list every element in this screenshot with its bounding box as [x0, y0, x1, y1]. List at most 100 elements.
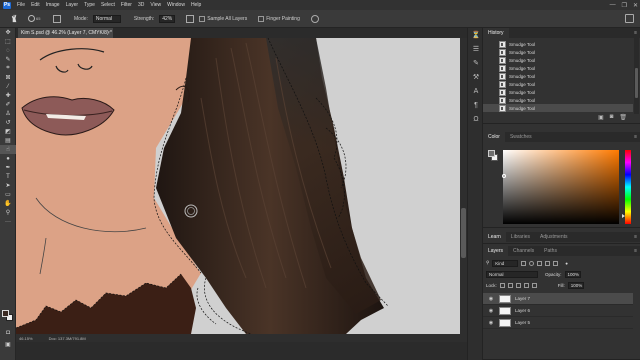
- lock-image-pixels-icon[interactable]: [507, 282, 513, 288]
- scrollbar-thumb[interactable]: [635, 68, 638, 98]
- strength-input[interactable]: 42%: [159, 14, 176, 23]
- lock-position-icon[interactable]: [515, 282, 521, 288]
- layer-row[interactable]: ◉ Layer 5: [483, 317, 633, 329]
- restore-button[interactable]: ❐: [622, 2, 627, 9]
- pixel-filter-icon[interactable]: [521, 260, 527, 266]
- visibility-eye-icon[interactable]: ◉: [486, 308, 496, 314]
- brush-settings-icon[interactable]: [53, 14, 61, 23]
- close-document-icon[interactable]: ×: [107, 28, 110, 38]
- lock-transparent-pixels-icon[interactable]: [499, 282, 505, 288]
- snapshot-camera-icon[interactable]: ◙: [610, 114, 614, 121]
- smudge-tool-icon[interactable]: ☝: [0, 145, 16, 154]
- adjustment-filter-icon[interactable]: [529, 260, 535, 266]
- menu-type[interactable]: Type: [81, 0, 98, 10]
- history-item[interactable]: Smudge Tool: [483, 40, 633, 48]
- history-item[interactable]: Smudge Tool: [483, 64, 633, 72]
- scrollbar-thumb[interactable]: [461, 208, 466, 258]
- opacity-input[interactable]: 100%: [564, 270, 581, 278]
- screen-mode-icon[interactable]: ▣: [0, 340, 16, 349]
- layer-row-selected[interactable]: ◉ Layer 7: [483, 293, 633, 305]
- smart-object-filter-icon[interactable]: [553, 260, 559, 266]
- tab-channels[interactable]: Channels: [508, 246, 539, 256]
- properties-panel-icon[interactable]: ☰: [468, 42, 484, 56]
- character-panel-icon[interactable]: A: [468, 84, 484, 98]
- dodge-tool-icon[interactable]: ●: [0, 154, 16, 163]
- minimize-button[interactable]: —: [610, 2, 616, 8]
- tab-layers[interactable]: Layers: [483, 246, 509, 256]
- more-tools-icon[interactable]: ···: [0, 217, 16, 226]
- type-tool-icon[interactable]: T: [0, 172, 16, 181]
- tab-color[interactable]: Color: [483, 132, 505, 142]
- paragraph-panel-icon[interactable]: ¶: [468, 98, 484, 112]
- frame-tool-icon[interactable]: ⊠: [0, 73, 16, 82]
- menu-edit[interactable]: Edit: [28, 0, 43, 10]
- menu-layer[interactable]: Layer: [63, 0, 82, 10]
- tab-learn[interactable]: Learn: [483, 232, 506, 242]
- smudge-tool-preset-picker[interactable]: [5, 13, 23, 25]
- zoom-tool-icon[interactable]: ⚲: [0, 208, 16, 217]
- panel-menu-icon[interactable]: ≡: [634, 30, 637, 36]
- document-tab[interactable]: Kim S.psd @ 46.2% (Layer 7, CMYK/8) * ×: [18, 28, 113, 38]
- foreground-background-swatches[interactable]: [2, 310, 14, 322]
- blend-mode-select[interactable]: Normal: [486, 270, 538, 278]
- tab-history[interactable]: History: [483, 28, 509, 38]
- menu-file[interactable]: File: [14, 0, 28, 10]
- history-brush-tool-icon[interactable]: ↺: [0, 118, 16, 127]
- menu-help[interactable]: Help: [188, 0, 204, 10]
- menu-3d[interactable]: 3D: [135, 0, 147, 10]
- tab-swatches[interactable]: Swatches: [505, 132, 537, 142]
- quick-select-tool-icon[interactable]: ✎: [0, 55, 16, 64]
- menu-image[interactable]: Image: [43, 0, 63, 10]
- color-panel-swatches[interactable]: [488, 150, 498, 161]
- eyedropper-tool-icon[interactable]: ⁄: [0, 82, 16, 91]
- gradient-tool-icon[interactable]: ▤: [0, 136, 16, 145]
- foreground-color-swatch[interactable]: [2, 310, 9, 317]
- color-picker-field[interactable]: [502, 150, 619, 224]
- quick-mask-icon[interactable]: ◘: [0, 328, 16, 337]
- tab-libraries[interactable]: Libraries: [506, 232, 535, 242]
- history-item[interactable]: Smudge Tool: [483, 96, 633, 104]
- brush-tool-icon[interactable]: ✐: [0, 100, 16, 109]
- glyphs-panel-icon[interactable]: Ω: [468, 112, 484, 126]
- menu-select[interactable]: Select: [98, 0, 118, 10]
- brush-preset-picker[interactable]: 65: [28, 13, 48, 25]
- sample-all-layers-checkbox[interactable]: Sample All Layers: [199, 15, 247, 22]
- new-document-from-state-icon[interactable]: ▣: [598, 114, 604, 121]
- brush-settings-panel-icon[interactable]: ✎: [468, 56, 484, 70]
- color-picker-cursor[interactable]: [502, 174, 506, 178]
- finger-painting-checkbox[interactable]: Finger Painting: [258, 15, 300, 22]
- healing-brush-tool-icon[interactable]: ✚: [0, 91, 16, 100]
- tab-adjustments[interactable]: Adjustments: [535, 232, 573, 242]
- lasso-tool-icon[interactable]: ◌: [0, 46, 16, 55]
- document-canvas[interactable]: [16, 38, 460, 334]
- shape-filter-icon[interactable]: [545, 260, 551, 266]
- history-item[interactable]: Smudge Tool: [483, 56, 633, 64]
- foreground-color-swatch[interactable]: [488, 150, 495, 157]
- panel-menu-icon[interactable]: ≡: [634, 248, 637, 254]
- menu-window[interactable]: Window: [164, 0, 188, 10]
- clone-source-panel-icon[interactable]: ⚒: [468, 70, 484, 84]
- history-item-current[interactable]: Smudge Tool: [483, 104, 633, 112]
- hand-tool-icon[interactable]: ✋: [0, 199, 16, 208]
- fill-input[interactable]: 100%: [567, 281, 584, 289]
- workspace-icon[interactable]: [625, 14, 634, 23]
- move-tool-icon[interactable]: ✥: [0, 28, 16, 37]
- marquee-tool-icon[interactable]: ⬚: [0, 37, 16, 46]
- layer-row[interactable]: ◉ Layer 6: [483, 305, 633, 317]
- lock-all-icon[interactable]: [531, 282, 537, 288]
- menu-view[interactable]: View: [147, 0, 164, 10]
- mode-select[interactable]: Normal: [92, 14, 121, 23]
- clone-stamp-tool-icon[interactable]: ♙: [0, 109, 16, 118]
- panel-menu-icon[interactable]: ≡: [634, 134, 637, 140]
- close-button[interactable]: ✕: [633, 2, 638, 9]
- delete-state-trash-icon[interactable]: 🗑: [619, 114, 627, 121]
- shape-tool-icon[interactable]: ▭: [0, 190, 16, 199]
- lock-artboard-icon[interactable]: [523, 282, 529, 288]
- history-panel-icon[interactable]: ⏳: [468, 28, 484, 42]
- filter-toggle-icon[interactable]: ●: [565, 261, 568, 266]
- canvas-vertical-scrollbar[interactable]: [460, 38, 467, 334]
- hue-slider[interactable]: [622, 150, 631, 224]
- type-filter-icon[interactable]: [537, 260, 543, 266]
- visibility-eye-icon[interactable]: ◉: [486, 296, 496, 302]
- tab-paths[interactable]: Paths: [539, 246, 562, 256]
